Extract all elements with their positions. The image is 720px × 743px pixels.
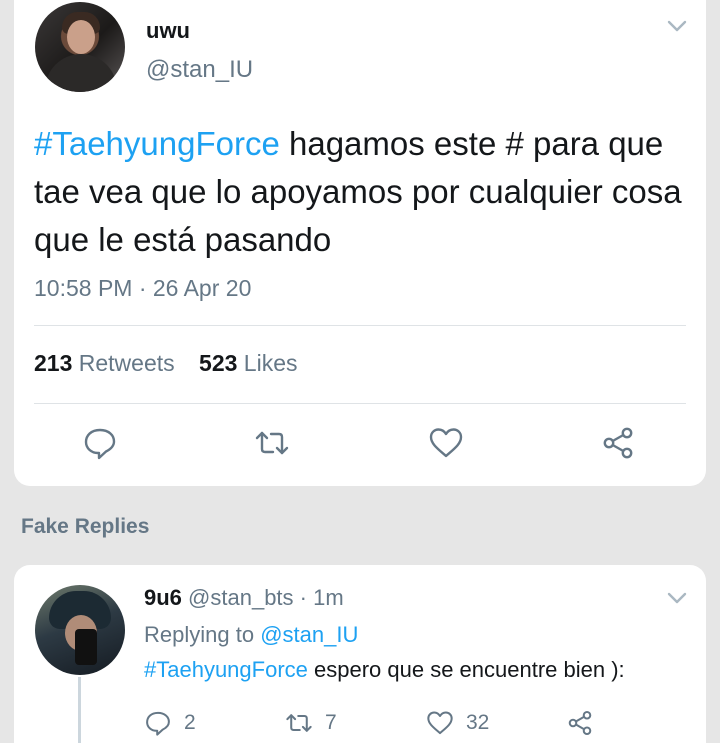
heart-icon (429, 428, 463, 458)
author-name[interactable]: uwu (146, 18, 190, 44)
chevron-down-icon[interactable] (666, 590, 688, 606)
reply-button[interactable] (82, 425, 118, 461)
comment-icon (146, 711, 170, 736)
divider (34, 325, 686, 326)
author-handle[interactable]: @stan_IU (146, 56, 253, 84)
likes-stat[interactable]: 523 Likes (199, 350, 297, 377)
share-icon (603, 427, 633, 459)
section-title: Fake Replies (21, 515, 150, 538)
share-icon (568, 710, 592, 736)
replying-to: Replying to @stan_IU (144, 622, 358, 648)
hashtag-link[interactable]: #TaehyungForce (34, 125, 280, 162)
retweets-count: 213 (34, 350, 73, 376)
reply-text: #TaehyungForce espero que se encuentre b… (144, 657, 625, 683)
reply-author-handle[interactable]: @stan_bts (188, 585, 294, 610)
tweet-card[interactable]: uwu @stan_IU #TaehyungForce hagamos este… (14, 0, 706, 486)
reply-count: 2 (184, 711, 196, 734)
share-button[interactable] (600, 425, 636, 461)
reply-button[interactable]: 2 (144, 708, 196, 738)
retweet-icon (255, 431, 289, 455)
separator-dot: · (293, 585, 314, 610)
reply-time[interactable]: 1m (313, 585, 344, 610)
reply-body: espero que se encuentre bien ): (307, 657, 625, 682)
hashtag-link[interactable]: #TaehyungForce (144, 657, 308, 682)
likes-count: 523 (199, 350, 238, 376)
like-button[interactable]: 32 (426, 708, 489, 738)
comment-icon (84, 428, 116, 460)
timestamp[interactable]: 10:58 PM · 26 Apr 20 (34, 275, 251, 302)
retweet-icon (286, 714, 312, 732)
retweet-button[interactable]: 7 (285, 708, 337, 738)
retweets-label: Retweets (78, 350, 175, 376)
avatar[interactable] (35, 585, 125, 675)
reply-card[interactable]: 9u6 @stan_bts · 1m Replying to @stan_IU … (14, 565, 706, 743)
reply-header: 9u6 @stan_bts · 1m (144, 585, 344, 611)
retweet-count: 7 (325, 711, 337, 734)
mention-link[interactable]: @stan_IU (260, 622, 358, 647)
like-count: 32 (466, 711, 490, 734)
likes-label: Likes (243, 350, 298, 376)
chevron-down-icon[interactable] (666, 18, 688, 34)
retweets-stat[interactable]: 213 Retweets (34, 350, 175, 377)
like-button[interactable] (428, 425, 464, 461)
retweet-button[interactable] (254, 425, 290, 461)
tweet-text: #TaehyungForce hagamos este # para que t… (34, 120, 694, 264)
avatar[interactable] (35, 2, 125, 92)
reply-author-name[interactable]: 9u6 (144, 585, 182, 610)
thread-line (78, 677, 81, 743)
share-button[interactable] (566, 708, 606, 738)
tweet-stats: 213 Retweets 523 Likes (34, 350, 316, 377)
divider (34, 403, 686, 404)
heart-icon (427, 711, 453, 735)
replying-prefix: Replying to (144, 622, 261, 647)
